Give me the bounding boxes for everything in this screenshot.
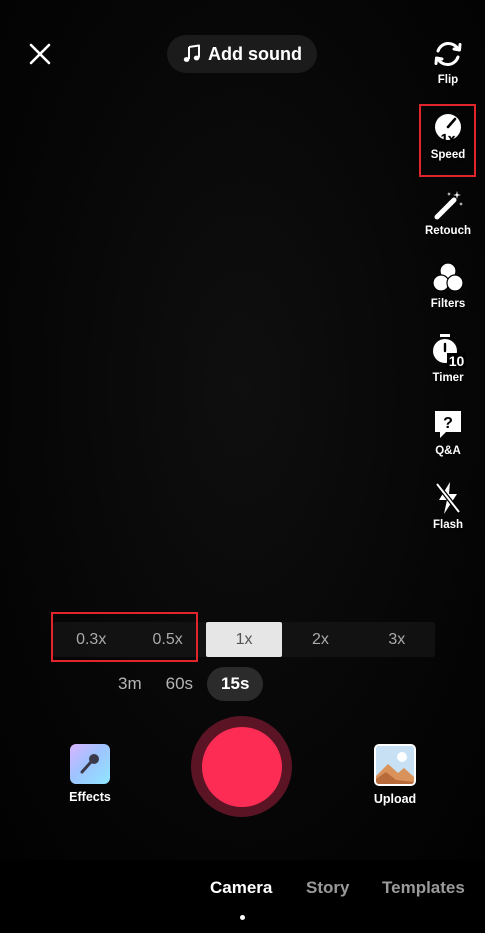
retouch-label: Retouch bbox=[425, 225, 471, 237]
speed-option-2x[interactable]: 2x bbox=[282, 622, 358, 657]
record-button-inner bbox=[201, 726, 282, 807]
timer-value: 10 bbox=[449, 353, 465, 369]
speed-selector: 0.3x 0.5x 1x 2x 3x bbox=[53, 622, 435, 657]
speed-option-1x[interactable]: 1x bbox=[205, 622, 283, 657]
flash-label: Flash bbox=[432, 519, 464, 531]
microphone-icon bbox=[80, 754, 99, 774]
nav-templates[interactable]: Templates bbox=[382, 878, 465, 898]
flash-off-icon bbox=[435, 482, 461, 514]
speed-option-3x[interactable]: 3x bbox=[359, 622, 435, 657]
magic-wand-icon bbox=[434, 191, 463, 220]
nav-story[interactable]: Story bbox=[306, 878, 349, 898]
timer-label: Timer bbox=[432, 372, 464, 384]
close-icon bbox=[29, 43, 51, 65]
music-note-icon bbox=[183, 44, 200, 62]
flip-button[interactable]: Flip bbox=[418, 37, 478, 86]
duration-15s[interactable]: 15s bbox=[207, 667, 264, 701]
timer-button[interactable]: 10 Timer bbox=[418, 333, 478, 384]
record-button[interactable] bbox=[191, 716, 292, 817]
question-bubble-icon: ? bbox=[435, 411, 461, 438]
speed-value: 1x bbox=[441, 131, 456, 146]
upload-thumbnail bbox=[374, 744, 416, 786]
duration-60s[interactable]: 60s bbox=[156, 667, 203, 701]
qa-label: Q&A bbox=[435, 445, 461, 457]
filters-label: Filters bbox=[430, 298, 466, 310]
speed-gauge-icon: 1x bbox=[435, 114, 461, 146]
flip-label: Flip bbox=[437, 74, 459, 86]
filters-button[interactable]: Filters bbox=[418, 261, 478, 310]
speed-option-0.5x[interactable]: 0.5x bbox=[129, 622, 205, 657]
effects-label: Effects bbox=[69, 790, 111, 804]
speed-button[interactable]: 1x Speed bbox=[418, 112, 478, 161]
nav-camera[interactable]: Camera bbox=[210, 878, 272, 898]
add-sound-button[interactable]: Add sound bbox=[167, 35, 317, 73]
speed-label: Speed bbox=[430, 149, 466, 161]
timer-icon: 10 bbox=[433, 334, 466, 369]
speed-option-0.3x[interactable]: 0.3x bbox=[53, 622, 129, 657]
close-button[interactable] bbox=[24, 38, 56, 70]
retouch-button[interactable]: Retouch bbox=[418, 188, 478, 237]
gallery-image-icon bbox=[376, 746, 414, 784]
upload-button[interactable]: Upload bbox=[369, 744, 421, 806]
filters-icon bbox=[432, 262, 464, 292]
flip-camera-icon bbox=[434, 42, 462, 66]
duration-3m[interactable]: 3m bbox=[108, 667, 152, 701]
active-tab-indicator bbox=[240, 915, 245, 920]
bottom-nav: Camera Story Templates bbox=[0, 860, 485, 933]
effects-thumbnail bbox=[70, 744, 110, 784]
add-sound-label: Add sound bbox=[208, 43, 302, 64]
upload-label: Upload bbox=[373, 792, 417, 806]
qa-button[interactable]: ? Q&A bbox=[418, 408, 478, 457]
effects-button[interactable]: Effects bbox=[66, 744, 114, 804]
flash-button[interactable]: Flash bbox=[418, 480, 478, 531]
svg-text:?: ? bbox=[443, 415, 453, 432]
duration-selector: 3m 60s 15s bbox=[108, 667, 264, 701]
